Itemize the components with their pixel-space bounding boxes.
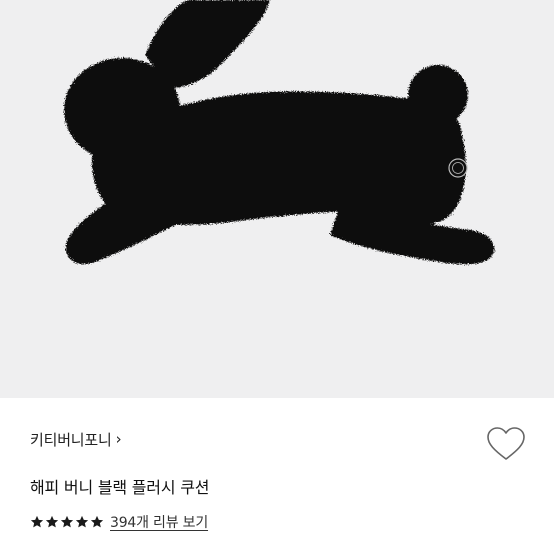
star-icon	[60, 515, 74, 528]
bunny-cushion-image	[64, 0, 495, 265]
star-icon	[90, 515, 104, 528]
reviews-link[interactable]: 394개 리뷰 보기	[110, 512, 208, 532]
star-icon	[45, 515, 59, 528]
product-info: 키티버니포니 › 해피 버니 블랙 플러시 쿠션 394개 리뷰 보기	[0, 398, 554, 554]
product-title: 해피 버니 블랙 플러시 쿠션	[30, 478, 210, 497]
star-icon	[30, 515, 44, 528]
heart-outline-icon[interactable]	[486, 426, 526, 462]
chevron-right-icon: ›	[115, 430, 122, 448]
rating-row: 394개 리뷰 보기	[30, 512, 208, 532]
product-image[interactable]	[0, 0, 554, 398]
brand-link[interactable]: 키티버니포니 ›	[30, 429, 122, 450]
product-detail-page: 키티버니포니 › 해피 버니 블랙 플러시 쿠션 394개 리뷰 보기	[0, 0, 554, 554]
star-icon	[75, 515, 89, 528]
brand-tag	[448, 158, 468, 178]
star-rating	[30, 515, 104, 529]
brand-label: 키티버니포니	[30, 431, 112, 449]
